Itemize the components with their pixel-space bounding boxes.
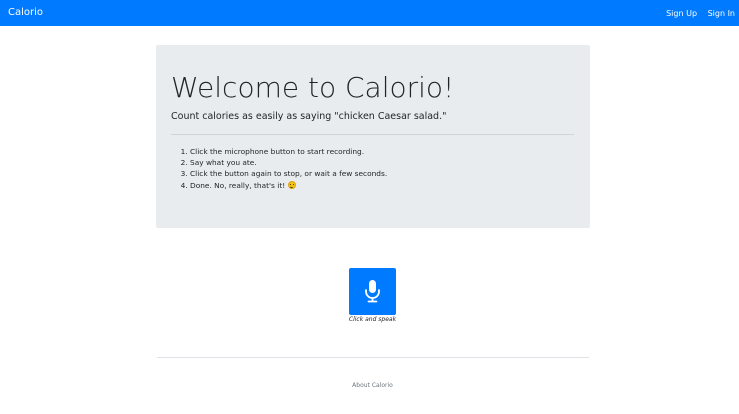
list-item: Click the button again to stop, or wait …	[190, 168, 387, 179]
step-text: Click the microphone button to start rec…	[190, 147, 365, 156]
step-text: Say what you ate.	[190, 158, 257, 168]
list-item: Say what you ate.	[190, 157, 387, 168]
microphone-icon	[365, 280, 380, 303]
list-item: Click the microphone button to start rec…	[190, 146, 387, 157]
instructions-list: Click the microphone button to start rec…	[179, 146, 387, 191]
navbar: Calorio Sign Up Sign In	[0, 0, 739, 26]
brand-link[interactable]: Calorio	[8, 7, 43, 18]
sign-up-link[interactable]: Sign Up	[666, 9, 697, 18]
sign-in-link[interactable]: Sign In	[708, 9, 735, 18]
microphone-button[interactable]	[349, 268, 396, 315]
nav-links: Sign Up Sign In	[658, 9, 735, 18]
step-text: Click the button again to stop, or wait …	[190, 169, 388, 179]
footer-divider	[157, 357, 589, 358]
list-item: Done. No, really, that's it!	[190, 180, 387, 191]
jumbotron: Welcome to Calorio! Count calories as ea…	[156, 45, 590, 228]
about-link[interactable]: About Calorio	[339, 382, 406, 389]
divider	[171, 134, 574, 135]
smiley-icon	[287, 180, 296, 189]
microphone-caption: Click and speak	[348, 316, 397, 323]
step-text: Done. No, really, that's it!	[190, 180, 286, 190]
page-title: Welcome to Calorio!	[171, 71, 455, 104]
lead-text: Count calories as easily as saying "chic…	[171, 111, 447, 122]
